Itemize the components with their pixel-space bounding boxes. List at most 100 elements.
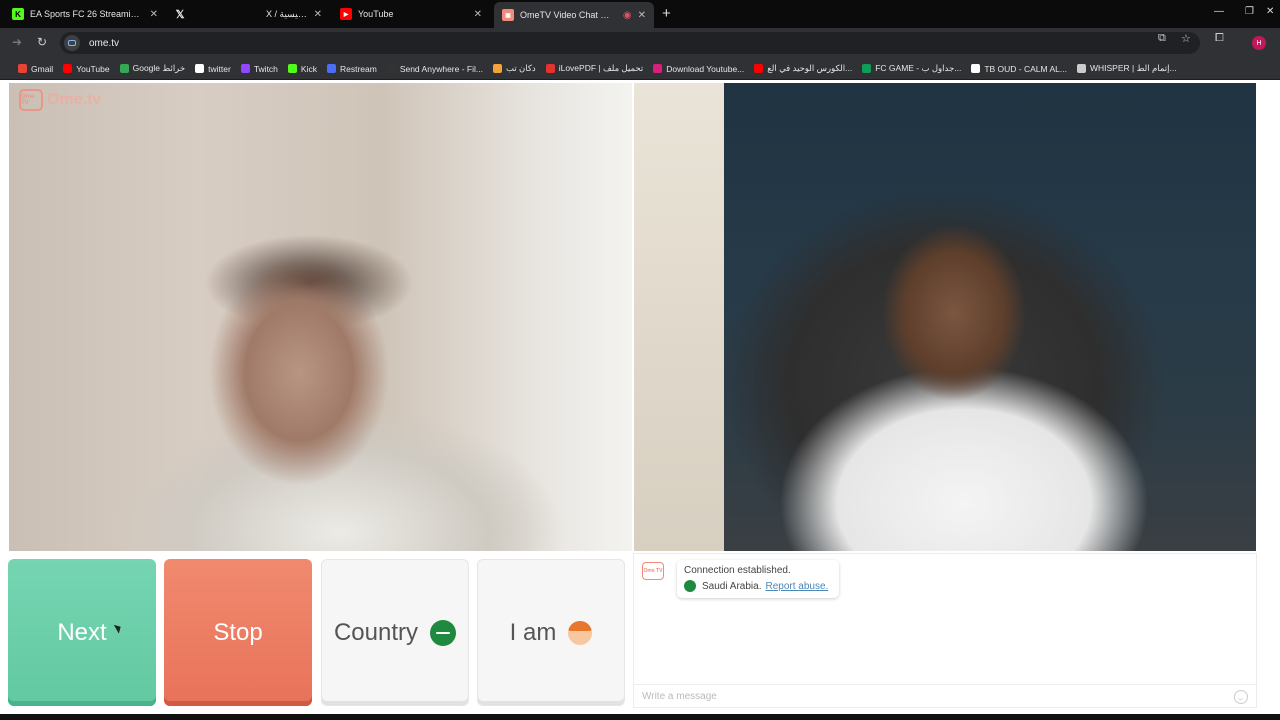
- bookmark-label: twitter: [208, 63, 231, 74]
- forward-icon[interactable]: ➜: [12, 35, 22, 49]
- bookmark-item[interactable]: Kick: [287, 63, 317, 74]
- bookmark-item[interactable]: WHISPER | إتمام الط...: [1076, 63, 1177, 74]
- tab-title: X / الرئيسية: [266, 8, 308, 19]
- bookmark-label: FC GAME - جداول ب...: [875, 63, 962, 73]
- close-window-icon[interactable]: ✕: [1266, 6, 1274, 17]
- bookmark-label: Kick: [300, 63, 317, 74]
- country-button-label: Country: [333, 618, 419, 646]
- bookmark-icon: [195, 64, 205, 73]
- bookmark-label: Gmail: [31, 63, 54, 74]
- bookmark-icon: [240, 64, 250, 73]
- next-button[interactable]: Next: [8, 559, 156, 706]
- recording-icon: ◉: [622, 9, 632, 21]
- bookmark-label: Send Anywhere - Fil...: [399, 63, 483, 74]
- bookmark-item[interactable]: Google خرائط: [119, 63, 186, 74]
- bookmark-item[interactable]: دكان تب: [492, 63, 536, 74]
- tab-x[interactable]: 𝕏: [166, 4, 186, 24]
- bookmark-item[interactable]: FC GAME - جداول ب...: [862, 63, 961, 74]
- kick-icon: K: [12, 8, 24, 20]
- bookmark-icon: [492, 64, 502, 73]
- cast-icon[interactable]: ⧉: [1158, 32, 1166, 45]
- bookmark-icon: [971, 64, 981, 73]
- bookmark-icon: [386, 64, 396, 73]
- bookmark-item[interactable]: YouTube: [63, 64, 110, 74]
- bookmark-label: الكورس الوحيد في الع...: [767, 63, 853, 73]
- tab-x-home[interactable]: X / الرئيسية ✕: [258, 4, 330, 24]
- tab-title: YouTube: [358, 9, 394, 19]
- bookmark-label: Download Youtube...: [666, 63, 745, 74]
- bookmark-icon: [754, 64, 764, 73]
- ometv-chat-icon: Ome TV: [642, 562, 664, 580]
- bookmark-label: Twitch: [253, 63, 278, 74]
- bookmark-icon: [18, 64, 27, 73]
- chat-logo-badge: Ome TV: [643, 568, 663, 574]
- gender-button-label: I am: [509, 618, 557, 646]
- message-input[interactable]: Write a message: [634, 684, 1256, 708]
- boy-face-icon: [568, 620, 593, 645]
- bookmark-item[interactable]: Restream: [326, 64, 377, 74]
- bookmark-icon: [326, 64, 336, 73]
- bookmark-item[interactable]: iLovePDF | تحميل ملف: [545, 63, 643, 74]
- bookmarks-bar: Gmail YouTube Google خرائط twitter Twitch Kic…: [0, 58, 1280, 80]
- extensions-icon[interactable]: ⧠: [1215, 32, 1224, 45]
- taskbar-edge: [0, 714, 1280, 720]
- tab-title: OmeTV Video Chat — Ome: [520, 10, 617, 20]
- bookmark-icon: [545, 64, 555, 73]
- browser-tab-strip: K EA Sports FC 26 Streaming - Li ✕ 𝕏 X /…: [0, 0, 1280, 28]
- bookmark-item[interactable]: TB OUD - CALM AL...: [971, 64, 1067, 74]
- bookmark-item[interactable]: Send Anywhere - Fil...: [386, 63, 483, 74]
- country-button[interactable]: Country: [321, 559, 469, 706]
- x-icon: 𝕏: [175, 8, 185, 21]
- tab-youtube[interactable]: ▶ YouTube ✕: [332, 4, 490, 24]
- bookmark-item[interactable]: twitter: [195, 64, 231, 74]
- bookmark-star-icon[interactable]: ☆: [1181, 32, 1191, 45]
- close-tab-icon[interactable]: ✕: [638, 10, 646, 21]
- ometv-logo-icon: Ome TV: [19, 89, 43, 111]
- report-abuse-link[interactable]: Report abuse.: [766, 581, 829, 592]
- close-tab-icon[interactable]: ✕: [474, 9, 482, 20]
- bookmark-icon: [1076, 64, 1086, 73]
- chat-panel: Ome TV Connection established. Saudi Ara…: [633, 553, 1257, 708]
- minimize-icon[interactable]: —: [1214, 6, 1224, 17]
- ometv-page: Ome TV Ome.tv Next Stop Country I am Ome…: [0, 81, 1280, 720]
- bookmark-icon: [862, 64, 872, 73]
- tab-ea-sports-stream[interactable]: K EA Sports FC 26 Streaming - Li ✕: [4, 4, 166, 24]
- bookmark-item[interactable]: Download Youtube...: [653, 64, 744, 74]
- youtube-icon: ▶: [340, 8, 352, 20]
- bookmark-icon: [287, 64, 297, 73]
- profile-avatar[interactable]: H: [1252, 36, 1266, 50]
- bookmark-icon: [63, 64, 73, 73]
- close-tab-icon[interactable]: ✕: [150, 9, 158, 20]
- bookmark-label: TB OUD - CALM AL...: [984, 63, 1067, 74]
- stranger-country: Saudi Arabia.: [702, 580, 762, 592]
- logo-text: Ome.tv: [47, 91, 102, 108]
- stranger-video: Ome TV Ome.tv: [9, 83, 632, 551]
- ometv-icon: ▣: [502, 9, 514, 21]
- site-info-icon[interactable]: [64, 35, 80, 51]
- bookmark-label: Google خرائط: [132, 63, 186, 73]
- new-tab-icon[interactable]: +: [662, 5, 671, 22]
- bookmark-item[interactable]: الكورس الوحيد في الع...: [754, 63, 852, 74]
- maximize-icon[interactable]: ❐: [1245, 6, 1254, 17]
- tab-ometv[interactable]: ▣ OmeTV Video Chat — Ome ◉ ✕: [494, 2, 654, 28]
- video-background: [634, 83, 724, 551]
- bookmark-icon: [653, 64, 663, 73]
- emoji-icon[interactable]: [1234, 689, 1248, 704]
- browser-toolbar: ➜ ↻ ome.tv ⧉ ☆ ⧠ H: [0, 28, 1280, 58]
- bookmark-item[interactable]: Twitch: [240, 63, 278, 74]
- ometv-logo: Ome TV Ome.tv: [19, 89, 101, 111]
- tab-title: EA Sports FC 26 Streaming - Li: [30, 9, 144, 19]
- next-button-label: Next: [57, 618, 107, 646]
- close-tab-icon[interactable]: ✕: [314, 9, 322, 20]
- bookmark-item[interactable]: Gmail: [18, 64, 53, 74]
- stop-button[interactable]: Stop: [164, 559, 312, 706]
- system-message: Connection established. Saudi Arabia. Re…: [677, 560, 839, 598]
- own-camera-video: [634, 83, 1256, 551]
- bookmark-icon: [119, 64, 129, 73]
- saudi-flag-icon: [684, 580, 696, 592]
- reload-icon[interactable]: ↻: [37, 35, 47, 49]
- stop-button-label: Stop: [213, 618, 263, 646]
- address-bar[interactable]: ome.tv: [60, 32, 1200, 54]
- gender-button[interactable]: I am: [477, 559, 625, 706]
- bookmark-label: دكان تب: [505, 63, 536, 73]
